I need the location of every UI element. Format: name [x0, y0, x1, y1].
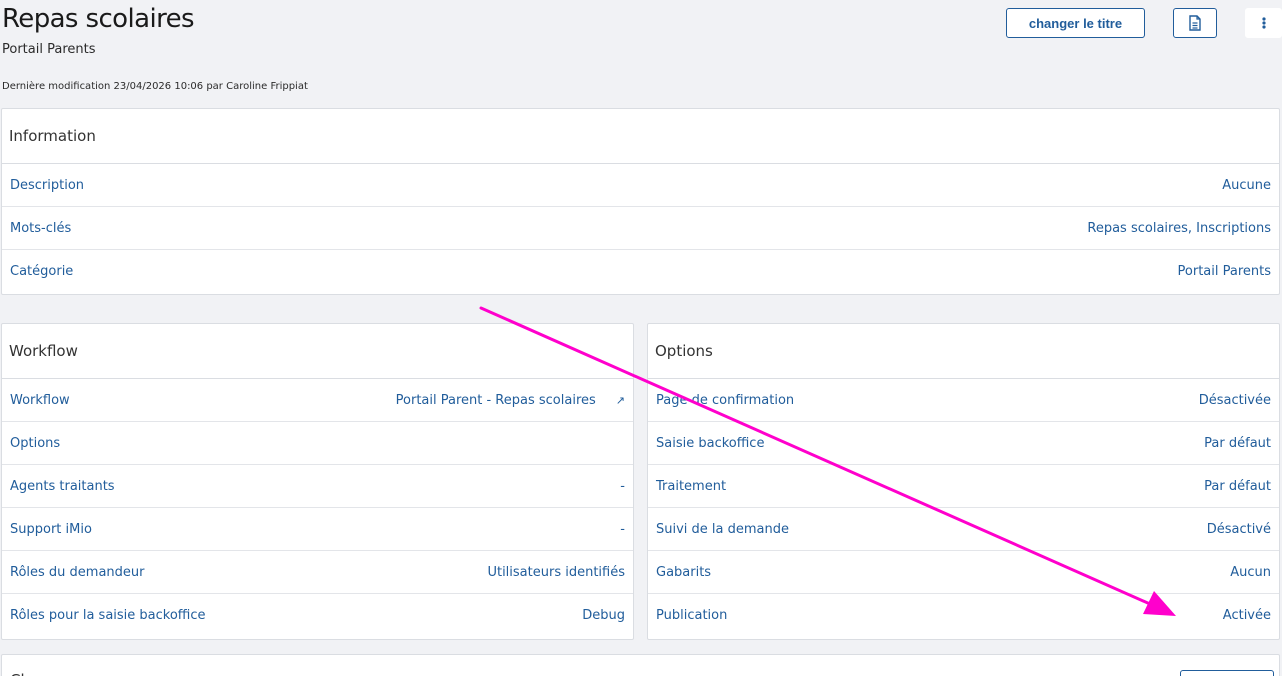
options-card-title: Options [648, 324, 1279, 379]
workflow-row-requester-roles[interactable]: Rôles du demandeur Utilisateurs identifi… [2, 551, 633, 594]
row-label: Rôles pour la saisie backoffice [10, 608, 206, 623]
row-value: Activée [1222, 608, 1271, 623]
row-label: Description [10, 177, 85, 193]
document-icon [1189, 15, 1201, 31]
workflow-row-backoffice-roles[interactable]: Rôles pour la saisie backoffice Debug [2, 594, 633, 637]
row-value: - [620, 521, 625, 537]
info-row-description[interactable]: Description Aucune [2, 164, 1279, 207]
row-value: Par défaut [1204, 478, 1271, 494]
info-row-keywords[interactable]: Mots-clés Repas scolaires, Inscriptions [2, 207, 1279, 250]
workflow-card: Workflow Workflow Portail Parent - Repas… [1, 323, 634, 640]
workflow-row-support[interactable]: Support iMio - [2, 508, 633, 551]
options-row-processing[interactable]: Traitement Par défaut [648, 465, 1279, 508]
row-label: Workflow [10, 392, 70, 408]
options-row-tracking[interactable]: Suivi de la demande Désactivé [648, 508, 1279, 551]
row-value: Désactivé [1206, 521, 1271, 537]
row-label: Page de confirmation [656, 392, 795, 408]
row-label: Mots-clés [10, 220, 72, 236]
options-row-templates[interactable]: Gabarits Aucun [648, 551, 1279, 594]
more-actions-button[interactable] [1245, 8, 1282, 38]
page-title: Repas scolaires [2, 4, 195, 34]
information-card-title: Information [2, 109, 1279, 164]
info-row-category[interactable]: Catégorie Portail Parents [2, 250, 1279, 293]
more-vertical-icon [1261, 17, 1266, 29]
row-label: Catégorie [10, 264, 74, 279]
workflow-row-agents[interactable]: Agents traitants - [2, 465, 633, 508]
row-label: Rôles du demandeur [10, 564, 145, 580]
row-label: Gabarits [656, 564, 712, 580]
information-card: Information Description Aucune Mots-clés… [1, 108, 1280, 295]
options-row-publication[interactable]: Publication Activée [648, 594, 1279, 637]
row-value: Aucune [1222, 177, 1271, 193]
row-label: Options [10, 435, 61, 451]
change-title-button[interactable]: changer le titre [1006, 8, 1145, 38]
options-row-backoffice[interactable]: Saisie backoffice Par défaut [648, 422, 1279, 465]
row-label: Saisie backoffice [656, 435, 765, 451]
document-button[interactable] [1173, 8, 1217, 38]
row-value: Portail Parent - Repas scolaires [395, 392, 596, 408]
row-value: Désactivée [1198, 392, 1271, 408]
bottom-card: Ch [1, 654, 1280, 676]
workflow-card-title: Workflow [2, 324, 633, 379]
row-label: Publication [656, 608, 728, 623]
page-subtitle: Portail Parents [2, 42, 96, 57]
row-value: Repas scolaires, Inscriptions [1087, 220, 1271, 236]
workflow-row-options[interactable]: Options [2, 422, 633, 465]
bottom-card-button[interactable] [1180, 670, 1274, 676]
row-value: - [620, 478, 625, 494]
row-value: Aucun [1230, 564, 1271, 580]
options-card: Options Page de confirmation Désactivée … [647, 323, 1280, 640]
row-label: Traitement [656, 478, 727, 494]
last-modified-info: Dernière modification 23/04/2026 10:06 p… [2, 81, 308, 92]
workflow-row-workflow[interactable]: Workflow Portail Parent - Repas scolaire… [2, 379, 633, 422]
row-value: Debug [582, 608, 625, 623]
row-label: Support iMio [10, 521, 92, 537]
row-value: Par défaut [1204, 435, 1271, 451]
row-value: Portail Parents [1177, 264, 1271, 279]
options-row-confirmation[interactable]: Page de confirmation Désactivée [648, 379, 1279, 422]
external-link-icon[interactable]: ↗ [616, 394, 625, 407]
bottom-card-title: Ch [10, 671, 30, 676]
row-value: Utilisateurs identifiés [487, 564, 625, 580]
row-label: Agents traitants [10, 478, 115, 494]
row-label: Suivi de la demande [656, 521, 790, 537]
